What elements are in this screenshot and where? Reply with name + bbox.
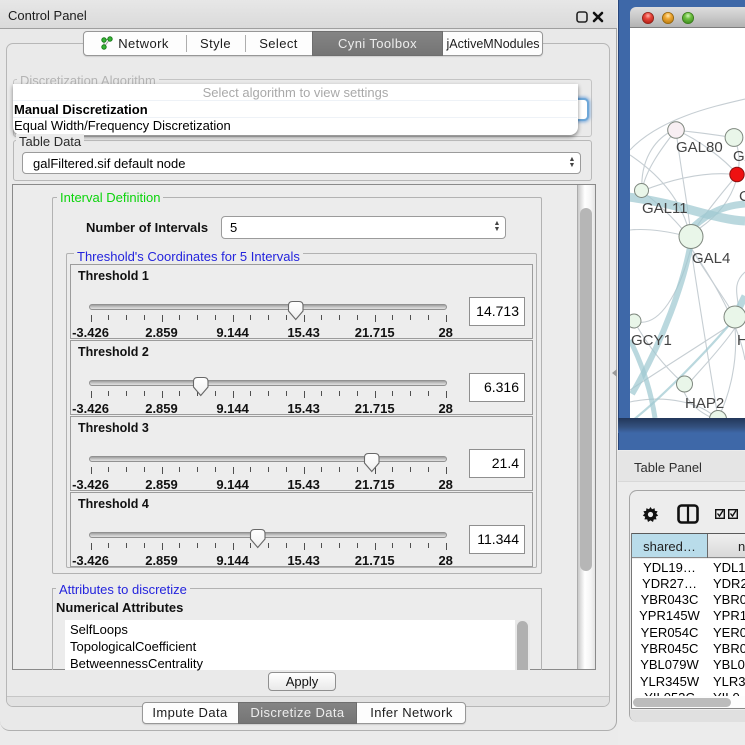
svg-text:H: H (737, 332, 745, 349)
svg-text:GAL11: GAL11 (642, 200, 688, 217)
svg-text:GCY1: GCY1 (631, 332, 672, 349)
svg-text:C: C (739, 188, 745, 205)
svg-text:HAP2: HAP2 (685, 395, 724, 412)
svg-text:GA: GA (733, 148, 745, 165)
svg-text:GAL4: GAL4 (692, 250, 730, 267)
svg-text:GAL80: GAL80 (676, 139, 723, 156)
